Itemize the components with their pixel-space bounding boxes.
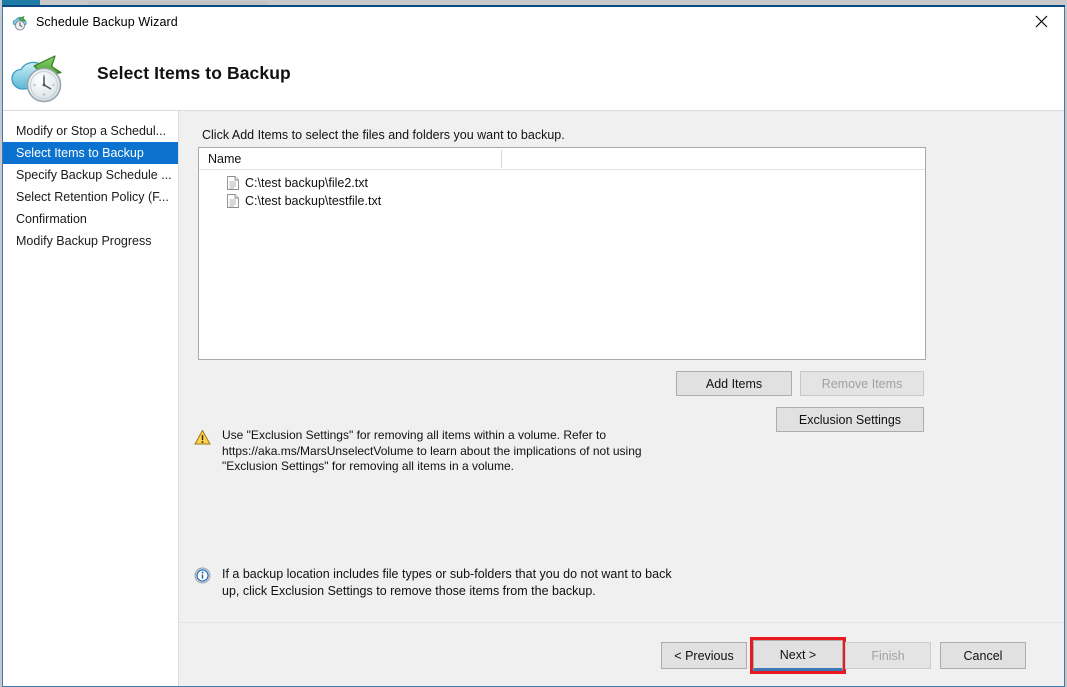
info-text: If a backup location includes file types… <box>222 566 674 600</box>
sidebar-item-confirmation[interactable]: Confirmation <box>3 208 178 230</box>
warning-text: Use "Exclusion Settings" for removing al… <box>222 428 674 475</box>
sidebar-item-modify-or-stop-a-schedule[interactable]: Modify or Stop a Schedul... <box>3 120 178 142</box>
listview-rows: C:\test backup\file2.txt C:\test backu <box>199 170 925 210</box>
cloud-backup-clock-icon <box>7 44 79 104</box>
next-button-highlight: Next > <box>750 637 846 674</box>
content-inner: Click Add Items to select the files and … <box>179 111 1064 622</box>
column-header-name[interactable]: Name <box>199 152 501 166</box>
text-file-icon <box>227 194 239 208</box>
window-title: Schedule Backup Wizard <box>36 15 178 29</box>
list-item-label: C:\test backup\testfile.txt <box>245 194 381 208</box>
add-items-button[interactable]: Add Items <box>676 371 792 396</box>
exclusion-info-notice: If a backup location includes file types… <box>194 566 674 600</box>
list-item-label: C:\test backup\file2.txt <box>245 176 368 190</box>
sidebar-item-modify-backup-progress[interactable]: Modify Backup Progress <box>3 230 178 252</box>
backup-items-listview[interactable]: Name C:\test bac <box>198 147 926 360</box>
remove-items-button: Remove Items <box>800 371 924 396</box>
listview-header: Name <box>199 148 925 170</box>
previous-button[interactable]: < Previous <box>661 642 747 669</box>
wizard-step-sidebar: Modify or Stop a Schedul... Select Items… <box>3 111 179 686</box>
sidebar-item-select-retention-policy[interactable]: Select Retention Policy (F... <box>3 186 178 208</box>
page-title: Select Items to Backup <box>97 63 291 84</box>
exclusion-settings-button[interactable]: Exclusion Settings <box>776 407 924 432</box>
title-bar: Schedule Backup Wizard <box>3 7 1064 37</box>
content-pane: Click Add Items to select the files and … <box>179 111 1064 686</box>
text-file-icon <box>227 176 239 190</box>
sidebar-item-select-items-to-backup[interactable]: Select Items to Backup <box>3 142 178 164</box>
table-row[interactable]: C:\test backup\testfile.txt <box>199 192 925 210</box>
schedule-backup-wizard-window: Schedule Backup Wizard <box>2 7 1065 687</box>
finish-button: Finish <box>845 642 931 669</box>
close-icon <box>1035 15 1048 28</box>
next-button[interactable]: Next > <box>753 640 843 671</box>
warning-triangle-icon <box>194 429 211 446</box>
table-row[interactable]: C:\test backup\file2.txt <box>199 174 925 192</box>
close-button[interactable] <box>1018 7 1064 36</box>
column-divider[interactable] <box>501 150 502 168</box>
sidebar-item-specify-backup-schedule[interactable]: Specify Backup Schedule ... <box>3 164 178 186</box>
cancel-button[interactable]: Cancel <box>940 642 1026 669</box>
wizard-footer: < Previous Next > Finish Cancel <box>179 622 1064 686</box>
schedule-backup-wizard-icon <box>12 14 29 31</box>
exclusion-warning-notice: Use "Exclusion Settings" for removing al… <box>194 428 674 475</box>
wizard-header: Select Items to Backup <box>3 37 1064 111</box>
information-circle-icon <box>194 567 211 584</box>
instruction-text: Click Add Items to select the files and … <box>202 128 565 142</box>
window-body: Modify or Stop a Schedul... Select Items… <box>3 111 1064 686</box>
